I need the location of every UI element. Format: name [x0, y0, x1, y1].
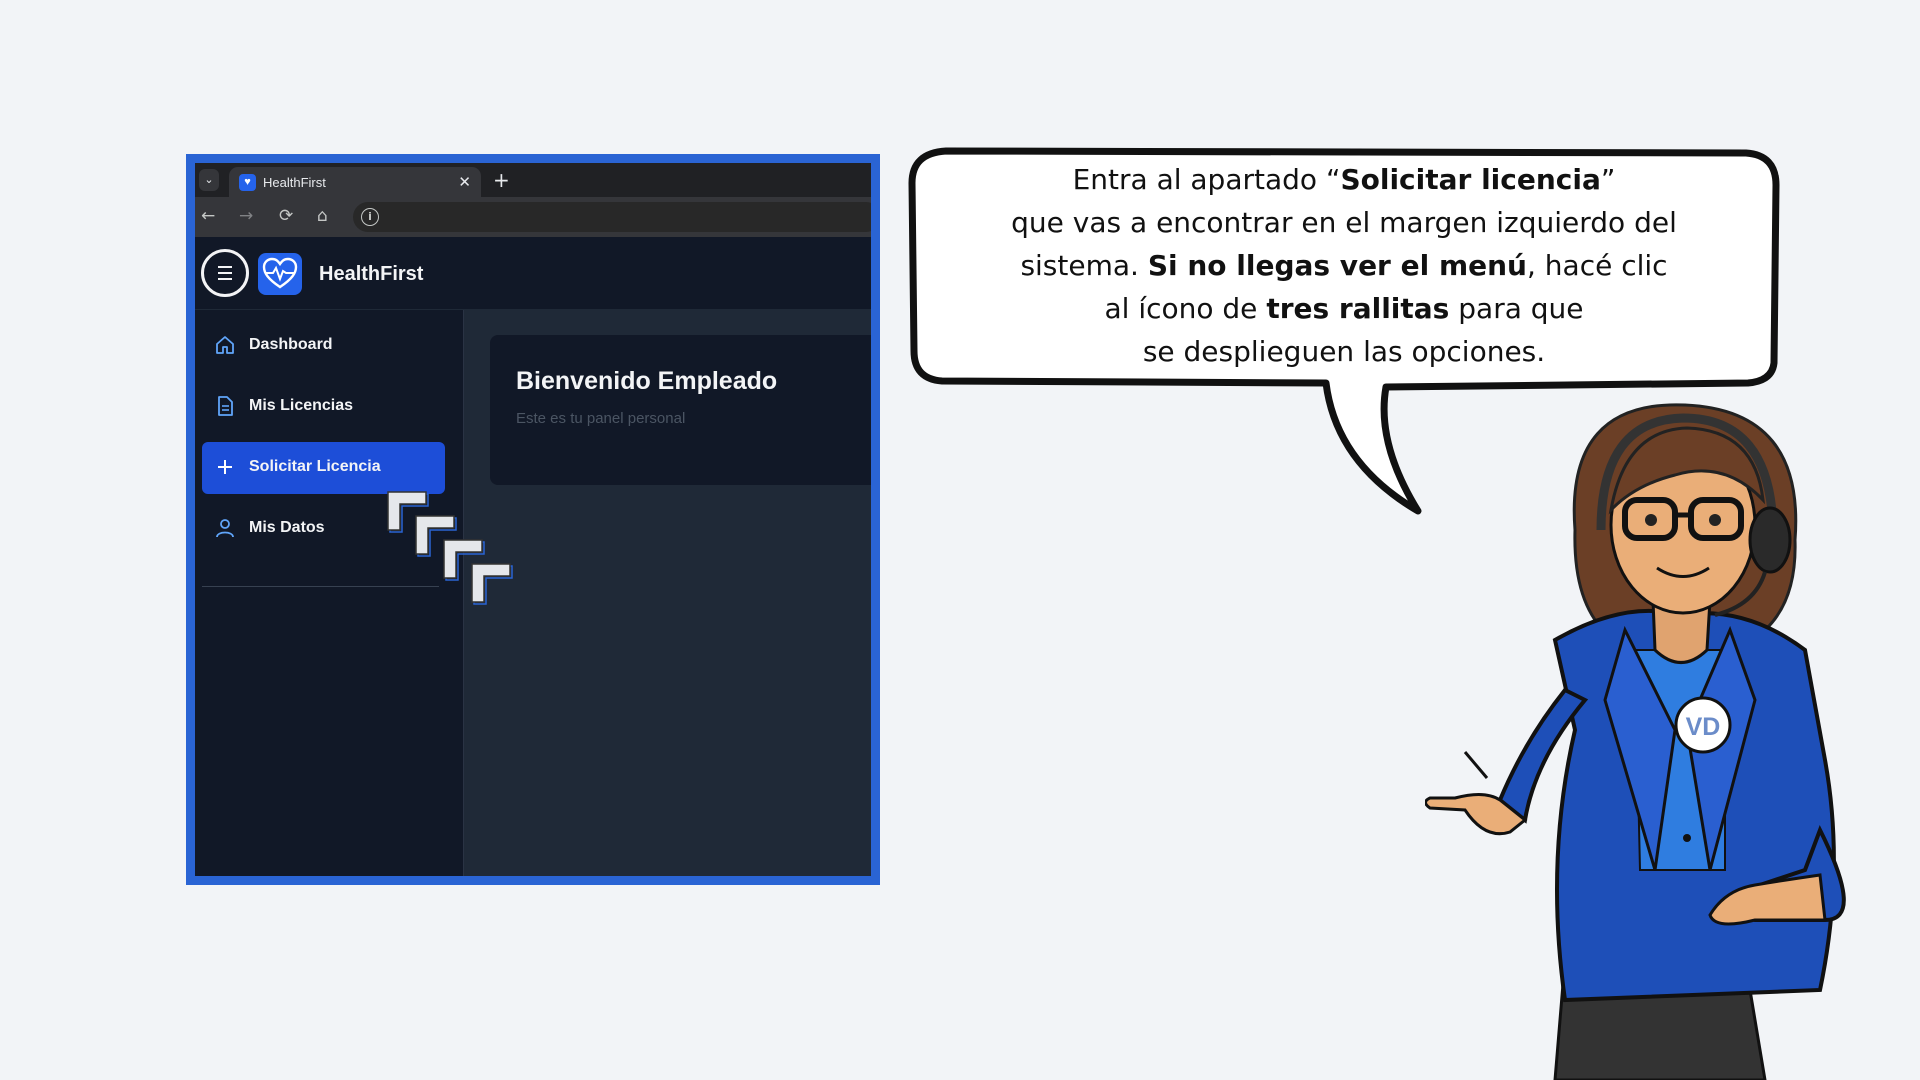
tab-list-button[interactable]: ⌄: [199, 169, 219, 191]
heart-pulse-logo-icon: [258, 253, 302, 295]
forward-arrow-icon[interactable]: →: [239, 206, 253, 226]
app-header: HealthFirst: [195, 237, 871, 310]
instruction-line: al ícono de tres rallitas para que: [1104, 292, 1584, 325]
app-name: HealthFirst: [319, 263, 424, 285]
tab-title: HealthFirst: [263, 175, 326, 190]
home-icon: [216, 336, 234, 354]
welcome-subtitle: Este es tu panel personal: [516, 410, 686, 427]
instruction-text: Entra al apartado “Solicitar licencia” q…: [936, 158, 1752, 373]
tab-close-icon[interactable]: ✕: [458, 173, 471, 191]
sidebar-item-solicitar-licencia[interactable]: Solicitar Licencia: [202, 442, 445, 494]
instruction-line: Entra al apartado “Solicitar licencia”: [1072, 163, 1616, 196]
user-icon: [216, 519, 234, 538]
plus-icon: [218, 460, 232, 474]
welcome-card: Bienvenido Empleado Este es tu panel per…: [490, 335, 871, 485]
new-tab-button[interactable]: +: [493, 168, 510, 192]
site-info-icon[interactable]: i: [361, 208, 379, 226]
sidebar-item-label: Solicitar Licencia: [249, 458, 381, 475]
browser-toolbar: ← → ⟳ ⌂ i: [195, 197, 871, 237]
sidebar-item-label: Dashboard: [249, 336, 333, 353]
address-bar[interactable]: i: [353, 202, 871, 232]
sidebar-item-dashboard[interactable]: Dashboard: [202, 320, 445, 372]
three-lines-emphasis: tres rallitas: [1266, 292, 1450, 325]
app-screenshot: ⌄ ♥ HealthFirst ✕ + ← → ⟳ ⌂ i HealthFirs…: [186, 154, 880, 885]
back-arrow-icon[interactable]: ←: [201, 206, 215, 226]
browser-tab-strip: ⌄ ♥ HealthFirst ✕ +: [195, 163, 871, 197]
hamburger-line: [218, 266, 232, 268]
sidebar-item-label: Mis Datos: [249, 519, 325, 536]
reload-icon[interactable]: ⟳: [279, 206, 293, 226]
welcome-title: Bienvenido Empleado: [516, 367, 778, 395]
instruction-line: sistema. Si no llegas ver el menú, hacé …: [1020, 249, 1668, 282]
browser-tab[interactable]: ♥ HealthFirst ✕: [229, 167, 481, 197]
document-icon: [218, 396, 233, 416]
badge-text: VD: [1686, 713, 1721, 741]
home-icon[interactable]: ⌂: [317, 206, 328, 226]
hamburger-line: [218, 272, 232, 274]
cursor-trail-icon: [387, 491, 513, 605]
instruction-line: se desplieguen las opciones.: [1142, 335, 1546, 368]
sidebar-item-mis-licencias[interactable]: Mis Licencias: [202, 381, 445, 433]
main-content: Bienvenido Empleado Este es tu panel per…: [464, 310, 871, 876]
solicitar-licencia-emphasis: Solicitar licencia: [1340, 163, 1601, 196]
hamburger-menu-button[interactable]: [201, 249, 249, 297]
hamburger-line: [218, 278, 232, 280]
menu-emphasis: Si no llegas ver el menú: [1147, 249, 1527, 282]
instruction-line: que vas a encontrar en el margen izquier…: [1011, 206, 1677, 239]
assistant-character: VD: [1425, 403, 1846, 1080]
heart-favicon-icon: ♥: [239, 174, 256, 191]
sidebar-item-label: Mis Licencias: [249, 397, 354, 414]
